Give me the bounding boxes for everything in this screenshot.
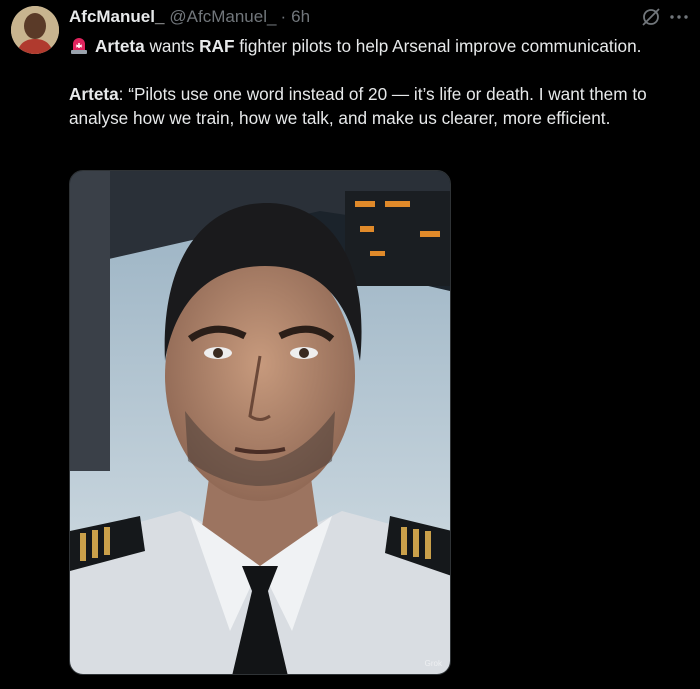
grok-watermark: Grok (424, 659, 442, 668)
post-paragraph-1: Arteta wants RAF fighter pilots to help … (69, 34, 689, 58)
text-segment: fighter pilots to help Arsenal improve c… (234, 36, 642, 56)
author-handle[interactable]: @AfcManuel_ (169, 7, 276, 27)
post-header: AfcManuel_ @AfcManuel_ · 6h (69, 6, 310, 28)
more-icon[interactable] (666, 6, 692, 28)
bold-speaker: Arteta (69, 84, 119, 104)
post-text: Arteta wants RAF fighter pilots to help … (69, 34, 689, 130)
grok-icon[interactable] (639, 5, 663, 29)
post-image[interactable]: Grok (69, 170, 451, 675)
author-name[interactable]: AfcManuel_ (69, 7, 164, 27)
text-segment: wants (144, 36, 200, 56)
rotating-light-icon (69, 35, 89, 55)
post-time[interactable]: 6h (291, 7, 310, 27)
bold-arteta: Arteta (95, 36, 145, 56)
avatar[interactable] (11, 6, 59, 54)
post-paragraph-2: Arteta: “Pilots use one word instead of … (69, 82, 689, 130)
bold-raf: RAF (199, 36, 235, 56)
separator-dot: · (280, 7, 287, 26)
quote-text: : “Pilots use one word instead of 20 — i… (69, 84, 647, 128)
